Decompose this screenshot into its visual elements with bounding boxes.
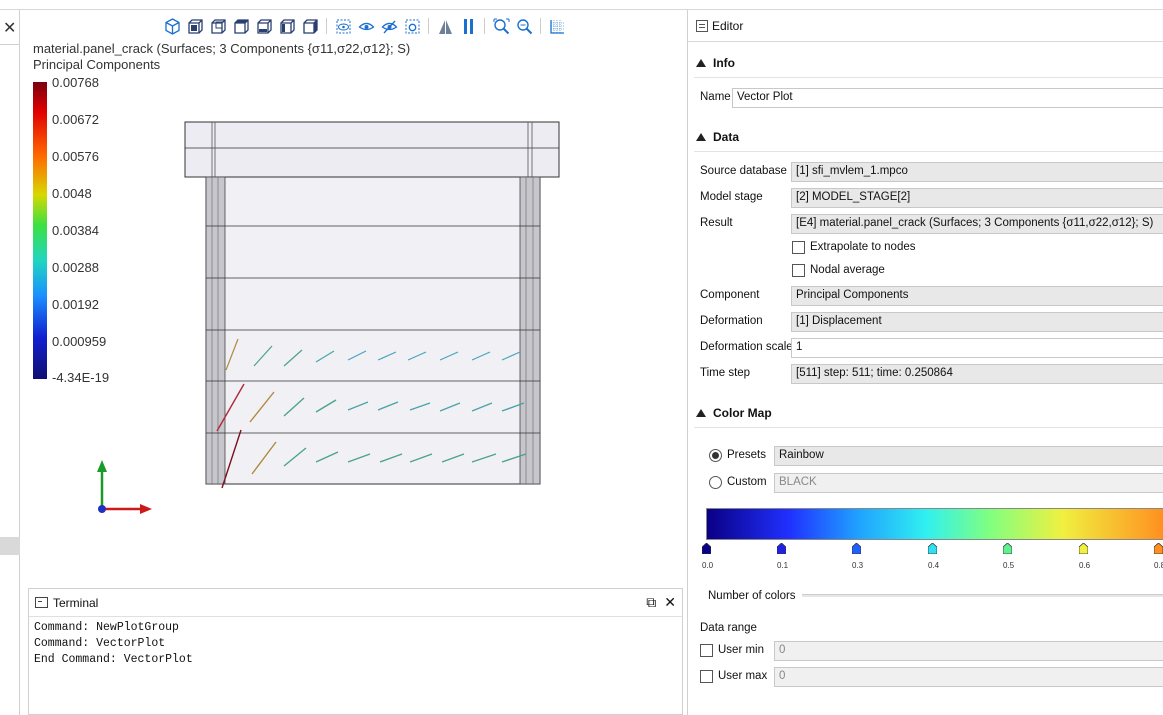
deformation-scale-input[interactable]: 1 [791,338,1163,358]
user-min-checkbox[interactable] [700,644,713,657]
color-stop-marker[interactable] [701,542,712,555]
user-max-checkbox[interactable] [700,670,713,683]
color-stop-label: 0.1 [777,561,789,570]
color-stop-marker[interactable] [1153,542,1163,555]
terminal-window-buttons: ⧉ ✕ [646,595,676,611]
user-max-input: 0 [774,667,1163,687]
data-section-header[interactable]: Data [696,130,739,144]
color-map-section-title: Color Map [713,406,772,420]
source-database-select[interactable]: [1] sfi_mvlem_1.mpco [791,162,1163,182]
terminal-header: Terminal [29,589,682,617]
data-section-title: Data [713,130,740,144]
deformation-scale-label: Deformation scale [700,341,793,353]
user-max-label: User max [718,670,768,682]
presets-radio[interactable] [709,449,722,462]
name-field[interactable]: Vector Plot [732,88,1163,108]
result-label: Result [700,217,733,229]
terminal-title: Terminal [53,595,99,610]
color-stop-marker[interactable] [1078,542,1089,555]
model-stage-select[interactable]: [2] MODEL_STAGE[2] [791,188,1163,208]
deformation-label: Deformation [700,315,763,327]
terminal-line: End Command: VectorPlot [34,653,193,666]
collapse-triangle-icon [696,409,706,417]
result-select[interactable]: [E4] material.panel_crack (Surfaces; 3 C… [791,214,1163,234]
terminal-line: Command: NewPlotGroup [34,621,179,634]
left-dock-panel: ✕ [0,10,20,715]
number-of-colors-label: Number of colors [708,590,796,602]
time-step-select[interactable]: [511] step: 511; time: 0.250864 [791,364,1163,384]
close-icon[interactable]: ✕ [3,20,16,36]
editor-header: Editor [688,10,1163,42]
nodal-average-checkbox[interactable] [792,264,805,277]
component-label: Component [700,289,760,301]
info-section-header[interactable]: Info [696,56,735,70]
nodal-average-label: Nodal average [810,264,885,276]
app-window: ✕ material.panel_crack (Surfaces; 3 Comp… [0,0,1163,715]
left-panel-divider [0,44,20,45]
color-stop-marker[interactable] [1002,542,1013,555]
custom-radio[interactable] [709,476,722,489]
wall-model-render [97,121,560,514]
color-stop-label: 0.4 [928,561,940,570]
user-min-label: User min [718,644,765,656]
source-database-label: Source database [700,165,787,177]
collapse-triangle-icon [696,59,706,67]
presets-select[interactable]: Rainbow [774,446,1163,466]
editor-icon [696,19,708,32]
restore-icon[interactable]: ⧉ [646,595,656,611]
color-map-section-header[interactable]: Color Map [696,406,772,420]
color-stop-label: 0.5 [1003,561,1015,570]
color-map-gradient[interactable] [706,508,1163,540]
custom-select: BLACK [774,473,1163,493]
color-stop-marker[interactable] [851,542,862,555]
color-stop-label: 0.0 [702,561,714,570]
color-stop-marker[interactable] [927,542,938,555]
color-stop-marker[interactable] [776,542,787,555]
user-min-input: 0 [774,641,1163,661]
collapse-triangle-icon [696,133,706,141]
number-of-colors-slider[interactable] [802,594,1163,597]
color-stop-label: 0.8 [1154,561,1163,570]
editor-panel: Editor Info Name Vector Plot Data Source… [687,10,1163,715]
terminal-icon [35,597,48,608]
terminal-panel: Terminal ⧉ ✕ Command: NewPlotGroup Comma… [28,588,683,715]
left-panel-selected-item[interactable] [0,537,20,555]
close-icon[interactable]: ✕ [664,595,676,611]
extrapolate-label: Extrapolate to nodes [810,241,916,253]
deformation-select[interactable]: [1] Displacement [791,312,1163,332]
color-stop-label: 0.6 [1079,561,1091,570]
section-divider [694,151,1163,152]
section-divider [694,427,1163,428]
name-label: Name [700,91,731,103]
component-select[interactable]: Principal Components [791,286,1163,306]
editor-title: Editor [712,18,744,33]
extrapolate-checkbox[interactable] [792,241,805,254]
color-stop-label: 0.3 [852,561,864,570]
3d-viewport[interactable]: material.panel_crack (Surfaces; 3 Compon… [22,10,684,585]
terminal-output[interactable]: Command: NewPlotGroup Command: VectorPlo… [34,620,193,668]
custom-label: Custom [727,476,767,488]
data-range-label: Data range [700,622,757,634]
presets-label: Presets [727,449,766,461]
time-step-label: Time step [700,367,751,379]
section-divider [694,77,1163,78]
terminal-line: Command: VectorPlot [34,637,166,650]
model-stage-label: Model stage [700,191,763,203]
info-section-title: Info [713,56,735,70]
